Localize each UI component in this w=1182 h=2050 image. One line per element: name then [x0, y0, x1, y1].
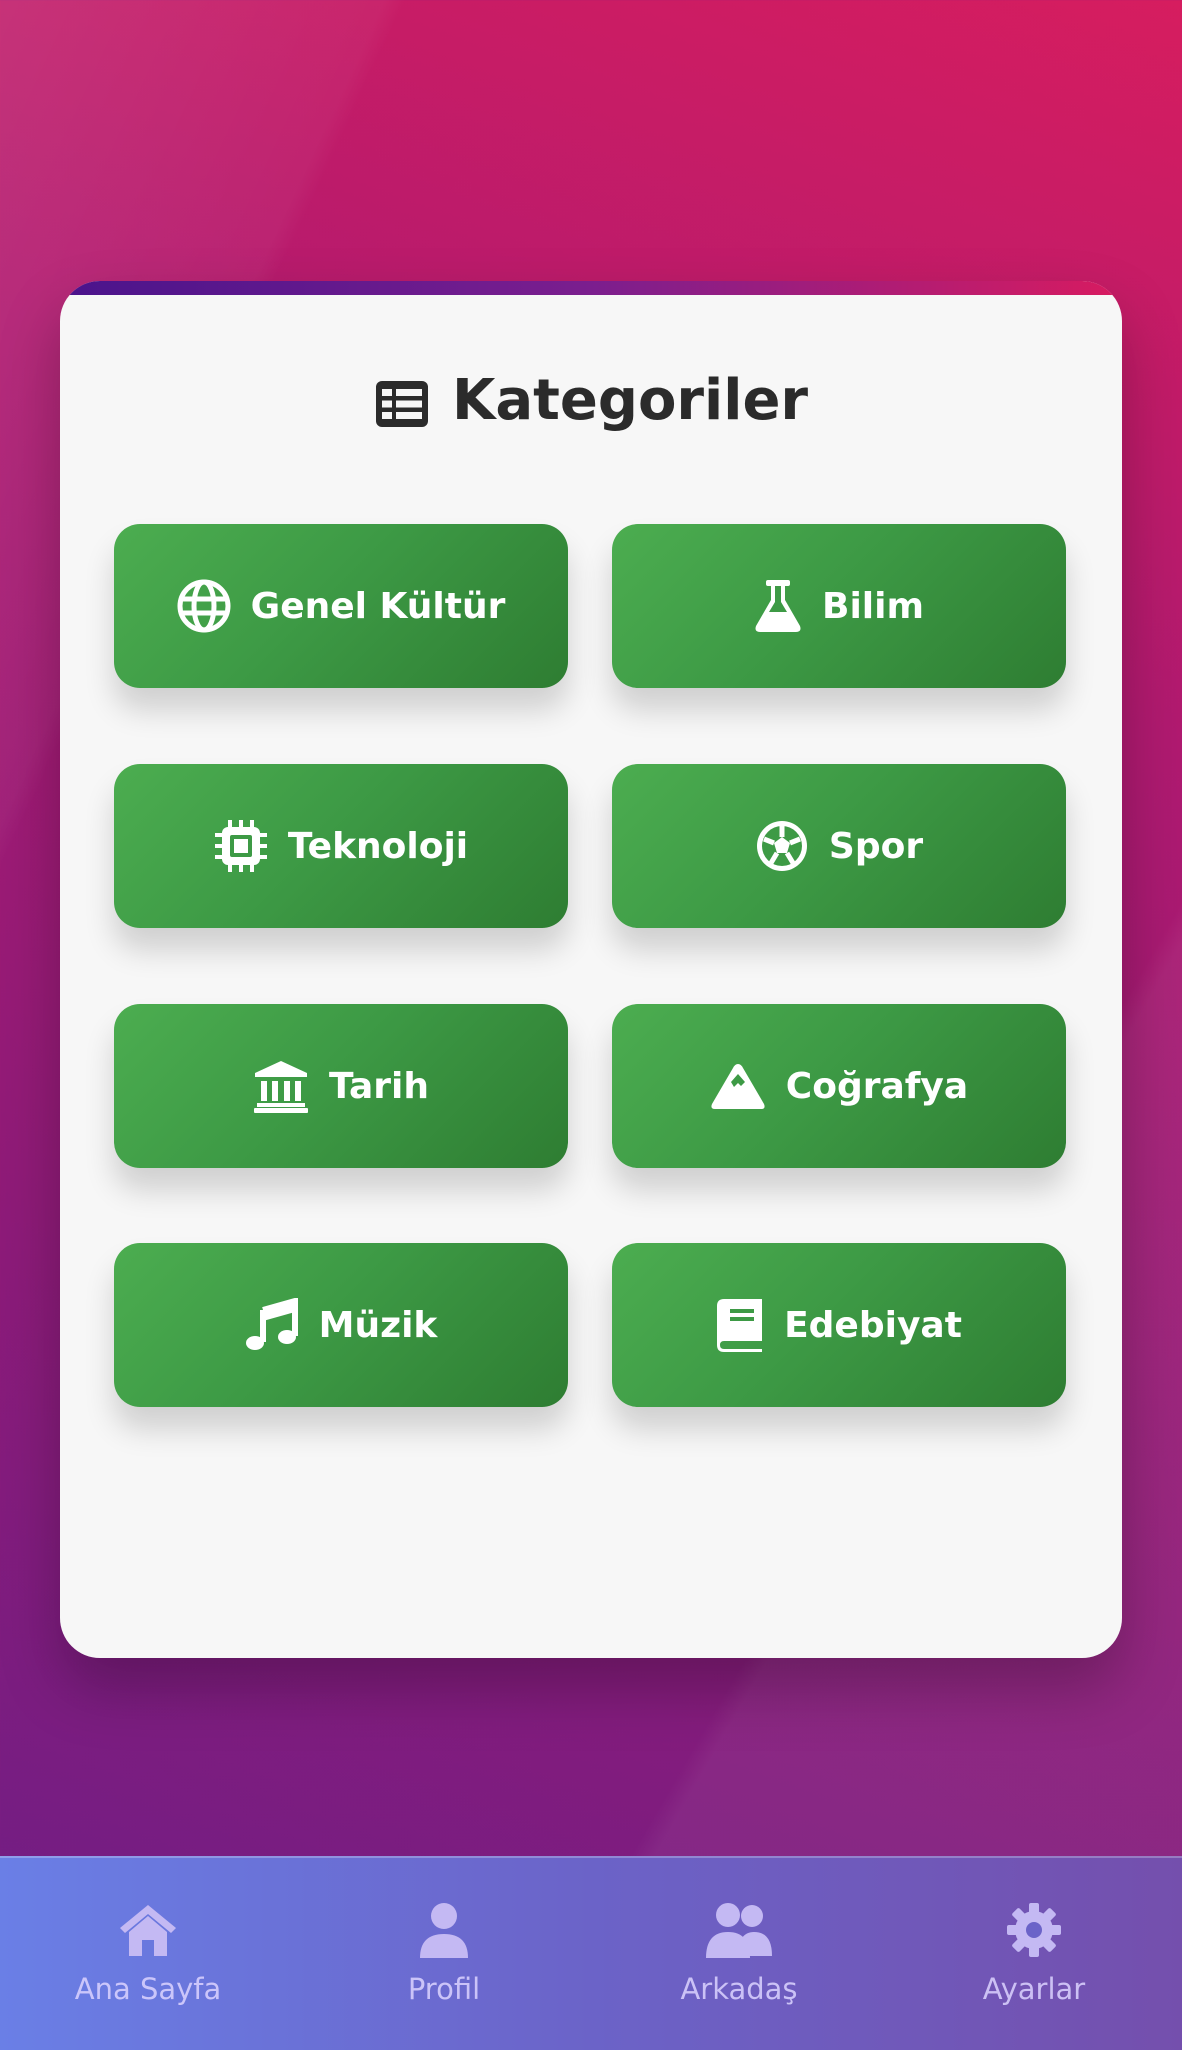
list-table-icon — [374, 376, 430, 427]
landmark-icon — [253, 1059, 309, 1113]
category-button-cografya[interactable]: Coğrafya — [612, 1004, 1066, 1168]
book-icon — [716, 1297, 764, 1353]
category-label: Edebiyat — [784, 1304, 962, 1346]
category-label: Genel Kültür — [250, 585, 506, 627]
nav-item-ayarlar[interactable]: Ayarlar — [886, 1858, 1182, 2050]
nav-item-ana-sayfa[interactable]: Ana Sayfa — [0, 1858, 296, 2050]
nav-label: Arkadaş — [680, 1972, 798, 2006]
category-label: Tarih — [329, 1065, 429, 1107]
nav-item-arkadas[interactable]: Arkadaş — [591, 1858, 887, 2050]
music-note-icon — [245, 1298, 299, 1352]
category-button-spor[interactable]: Spor — [612, 764, 1066, 928]
flask-icon — [754, 578, 802, 634]
nav-item-profil[interactable]: Profil — [296, 1858, 592, 2050]
home-icon — [117, 1902, 179, 1962]
nav-label: Ana Sayfa — [74, 1972, 222, 2006]
categories-card — [60, 281, 1122, 1658]
category-label: Bilim — [822, 585, 924, 627]
soccer-ball-icon — [755, 819, 809, 873]
bottom-navigation: Ana Sayfa Profil Arkadaş Ayarlar — [0, 1856, 1182, 2050]
category-button-teknoloji[interactable]: Teknoloji — [114, 764, 568, 928]
nav-label: Ayarlar — [982, 1972, 1086, 2006]
category-label: Coğrafya — [785, 1065, 969, 1107]
category-button-tarih[interactable]: Tarih — [114, 1004, 568, 1168]
category-label: Teknoloji — [287, 825, 469, 867]
category-label: Spor — [828, 825, 924, 867]
category-button-bilim[interactable]: Bilim — [612, 524, 1066, 688]
page-title: Kategoriler — [0, 366, 1182, 436]
users-icon — [704, 1902, 774, 1962]
page-title-text: Kategoriler — [451, 368, 809, 433]
category-label: Müzik — [318, 1304, 438, 1346]
card-accent-bar — [60, 281, 1122, 295]
category-button-muzik[interactable]: Müzik — [114, 1243, 568, 1407]
user-icon — [418, 1902, 470, 1962]
category-button-edebiyat[interactable]: Edebiyat — [612, 1243, 1066, 1407]
microchip-icon — [214, 819, 268, 873]
category-button-genel-kultur[interactable]: Genel Kültür — [114, 524, 568, 688]
globe-icon — [177, 579, 231, 633]
mountain-icon — [710, 1062, 766, 1110]
nav-label: Profil — [407, 1972, 481, 2006]
gear-icon — [1006, 1902, 1062, 1962]
